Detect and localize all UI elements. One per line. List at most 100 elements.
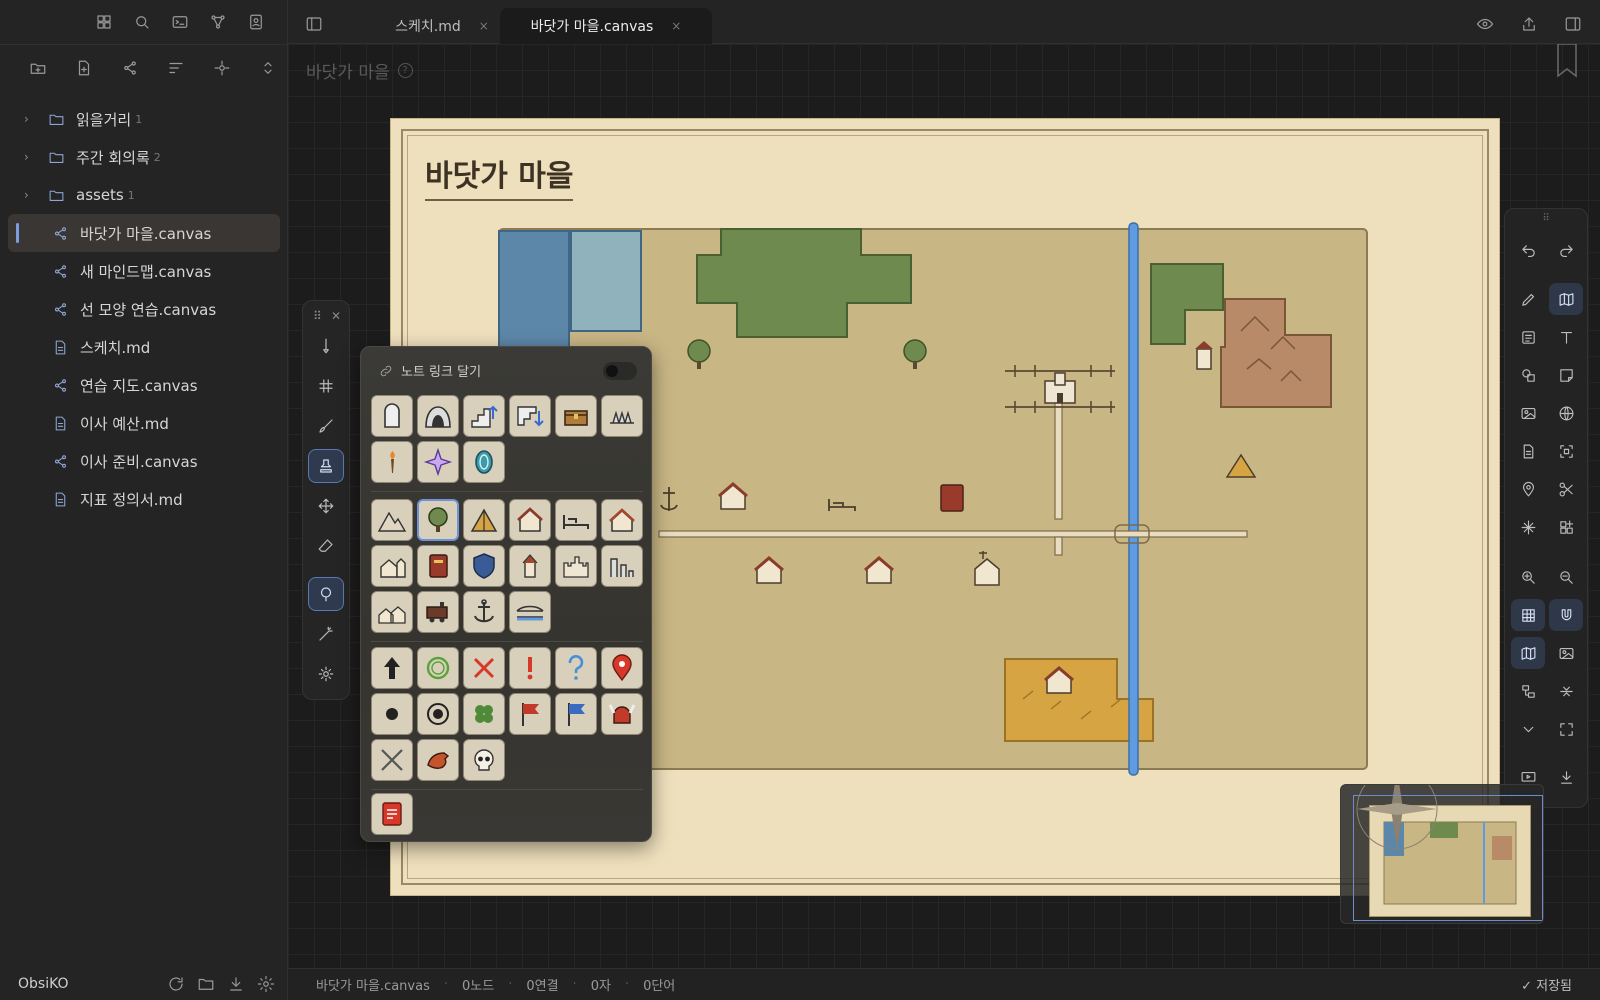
settings-tool[interactable] <box>308 657 344 691</box>
tab-close-icon[interactable]: × <box>671 19 681 33</box>
stamp-swords[interactable] <box>371 739 413 781</box>
stamp-train[interactable] <box>417 591 459 633</box>
stamp-chest[interactable] <box>555 395 597 437</box>
stamp-shield[interactable] <box>463 545 505 587</box>
stamp-tool[interactable] <box>308 449 344 483</box>
sort-icon[interactable] <box>158 56 194 80</box>
background-image-button[interactable] <box>1549 637 1583 669</box>
chevron-right-icon[interactable]: › <box>24 188 44 202</box>
grid-tool[interactable] <box>308 369 344 403</box>
arrange-button[interactable] <box>1511 675 1545 707</box>
stamp-circle[interactable] <box>417 647 459 689</box>
files-icon[interactable] <box>88 10 120 34</box>
stamp-portal[interactable] <box>463 441 505 483</box>
stamp-magic[interactable] <box>417 441 459 483</box>
new-folder-icon[interactable] <box>20 56 56 80</box>
stamp-tower[interactable] <box>509 545 551 587</box>
redo-button[interactable] <box>1549 235 1583 267</box>
select-area-button[interactable] <box>1549 435 1583 467</box>
stamp-mountain[interactable] <box>371 499 413 541</box>
close-icon[interactable]: ✕ <box>331 309 341 323</box>
help-icon[interactable]: ? <box>397 63 413 78</box>
stamp-pin[interactable] <box>601 647 643 689</box>
tab-seaside-canvas[interactable]: 바닷가 마을.canvas × <box>500 8 712 44</box>
snap-magnet-button[interactable] <box>1549 599 1583 631</box>
chevron-right-icon[interactable]: › <box>24 112 44 126</box>
contact-icon[interactable] <box>240 10 272 34</box>
widgets-button[interactable] <box>1549 511 1583 543</box>
stamp-ruins[interactable] <box>601 545 643 587</box>
graph-icon[interactable] <box>202 10 234 34</box>
search-icon[interactable] <box>126 10 158 34</box>
brush-tool[interactable] <box>308 409 344 443</box>
zoom-out-button[interactable] <box>1549 561 1583 593</box>
sync-icon[interactable] <box>162 972 190 996</box>
new-note-icon[interactable] <box>66 56 102 80</box>
bookmark-icon[interactable] <box>1556 44 1578 78</box>
terrain-stamp-tool[interactable] <box>308 577 344 611</box>
file-button[interactable] <box>1511 435 1545 467</box>
stamp-cottage[interactable] <box>601 499 643 541</box>
text-button[interactable] <box>1549 321 1583 353</box>
stamp-bridge[interactable] <box>509 591 551 633</box>
stamp-door[interactable] <box>371 395 413 437</box>
stamp-blue-flag[interactable] <box>555 693 597 735</box>
sticky-note-button[interactable] <box>1549 359 1583 391</box>
file-item[interactable]: 선 모양 연습.canvas <box>8 290 280 328</box>
stamp-stairs-up[interactable] <box>463 395 505 437</box>
stamp-book[interactable] <box>417 545 459 587</box>
stamp-village[interactable] <box>371 591 413 633</box>
stamp-arrow[interactable] <box>371 647 413 689</box>
card-button[interactable] <box>1511 321 1545 353</box>
stamp-skull[interactable] <box>463 739 505 781</box>
canvas-view[interactable]: 바닷가 마을 ? 바닷가 마을 ⠿ ✕ 노트 링크 달기 ⠿ <box>288 44 1600 968</box>
undo-button[interactable] <box>1511 235 1545 267</box>
vault-name[interactable]: ObsiKO <box>18 976 69 992</box>
export-button[interactable] <box>1549 761 1583 793</box>
web-embed-button[interactable] <box>1549 397 1583 429</box>
location-button[interactable] <box>1511 473 1545 505</box>
folder-item[interactable]: › 주간 회의록 2 <box>8 138 280 176</box>
toggle-sidebar-icon[interactable] <box>298 12 330 36</box>
stamp-church[interactable] <box>371 545 413 587</box>
fullscreen-button[interactable] <box>1549 713 1583 745</box>
folder-item[interactable]: › assets 1 <box>8 176 280 214</box>
note-link-toggle[interactable] <box>603 361 637 380</box>
file-item[interactable]: 스케치.md <box>8 328 280 366</box>
effects-button[interactable] <box>1511 511 1545 543</box>
zoom-in-button[interactable] <box>1511 561 1545 593</box>
drag-handle-icon[interactable]: ⠿ <box>1505 209 1587 224</box>
minimap[interactable] <box>1340 784 1544 924</box>
magic-wand-tool[interactable] <box>308 617 344 651</box>
stamp-tent[interactable] <box>463 499 505 541</box>
reveal-file-icon[interactable] <box>204 56 240 80</box>
stamp-dragon[interactable] <box>417 739 459 781</box>
more-button[interactable] <box>1511 713 1545 745</box>
collapse-all-icon[interactable] <box>250 56 286 80</box>
open-folder-icon[interactable] <box>192 972 220 996</box>
stamp-house[interactable] <box>509 499 551 541</box>
stamp-tree[interactable] <box>417 499 459 541</box>
chevron-right-icon[interactable]: › <box>24 150 44 164</box>
stamp-viking[interactable] <box>601 693 643 735</box>
shapes-button[interactable] <box>1511 359 1545 391</box>
map-mode-button[interactable] <box>1549 283 1583 315</box>
stamp-cave[interactable] <box>417 395 459 437</box>
stamp-note[interactable] <box>371 793 413 835</box>
map-title[interactable]: 바닷가 마을 <box>425 151 574 201</box>
share-icon[interactable] <box>1516 12 1542 36</box>
download-icon[interactable] <box>222 972 250 996</box>
map-view-button[interactable] <box>1511 637 1545 669</box>
grid-toggle-button[interactable] <box>1511 599 1545 631</box>
file-item[interactable]: 지표 정의서.md <box>8 480 280 518</box>
stamp-red-flag[interactable] <box>509 693 551 735</box>
stamp-anchor[interactable] <box>463 591 505 633</box>
stamp-clover[interactable] <box>463 693 505 735</box>
right-sidebar-icon[interactable] <box>1560 12 1586 36</box>
file-item[interactable]: 새 마인드맵.canvas <box>8 252 280 290</box>
minimap-viewport[interactable] <box>1353 795 1543 921</box>
stamp-stairs-down[interactable] <box>509 395 551 437</box>
file-item[interactable]: 이사 준비.canvas <box>8 442 280 480</box>
tab-close-icon[interactable]: × <box>479 19 489 33</box>
move-tool[interactable] <box>308 489 344 523</box>
